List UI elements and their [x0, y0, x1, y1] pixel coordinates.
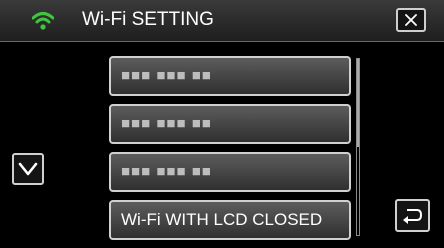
close-icon: [405, 14, 417, 26]
network-item-1[interactable]: ■■■ ■■■ ■■: [109, 56, 351, 96]
page-title: Wi-Fi SETTING: [82, 9, 214, 30]
wifi-signal-icon: [32, 12, 54, 30]
chevron-down-icon: [18, 162, 38, 176]
scroll-down-button[interactable]: [12, 153, 44, 185]
back-button[interactable]: [395, 199, 430, 232]
wifi-with-lcd-closed-button[interactable]: Wi-Fi WITH LCD CLOSED: [109, 200, 351, 240]
network-item-label: ■■■ ■■■ ■■: [121, 115, 212, 132]
wifi-setting-screen: Wi-Fi SETTING ■■■ ■■■ ■■ ■■■ ■■■ ■■ ■■■ …: [0, 0, 444, 248]
title-bar: Wi-Fi SETTING: [0, 0, 444, 42]
network-item-3[interactable]: ■■■ ■■■ ■■: [109, 152, 351, 192]
scrollbar[interactable]: [356, 58, 360, 236]
menu-item-label: Wi-Fi WITH LCD CLOSED: [121, 210, 323, 229]
close-button[interactable]: [396, 8, 426, 32]
network-item-2[interactable]: ■■■ ■■■ ■■: [109, 104, 351, 144]
network-item-label: ■■■ ■■■ ■■: [121, 67, 212, 84]
scroll-thumb[interactable]: [357, 59, 359, 147]
return-arrow-icon: [403, 209, 423, 224]
network-item-label: ■■■ ■■■ ■■: [121, 163, 212, 180]
